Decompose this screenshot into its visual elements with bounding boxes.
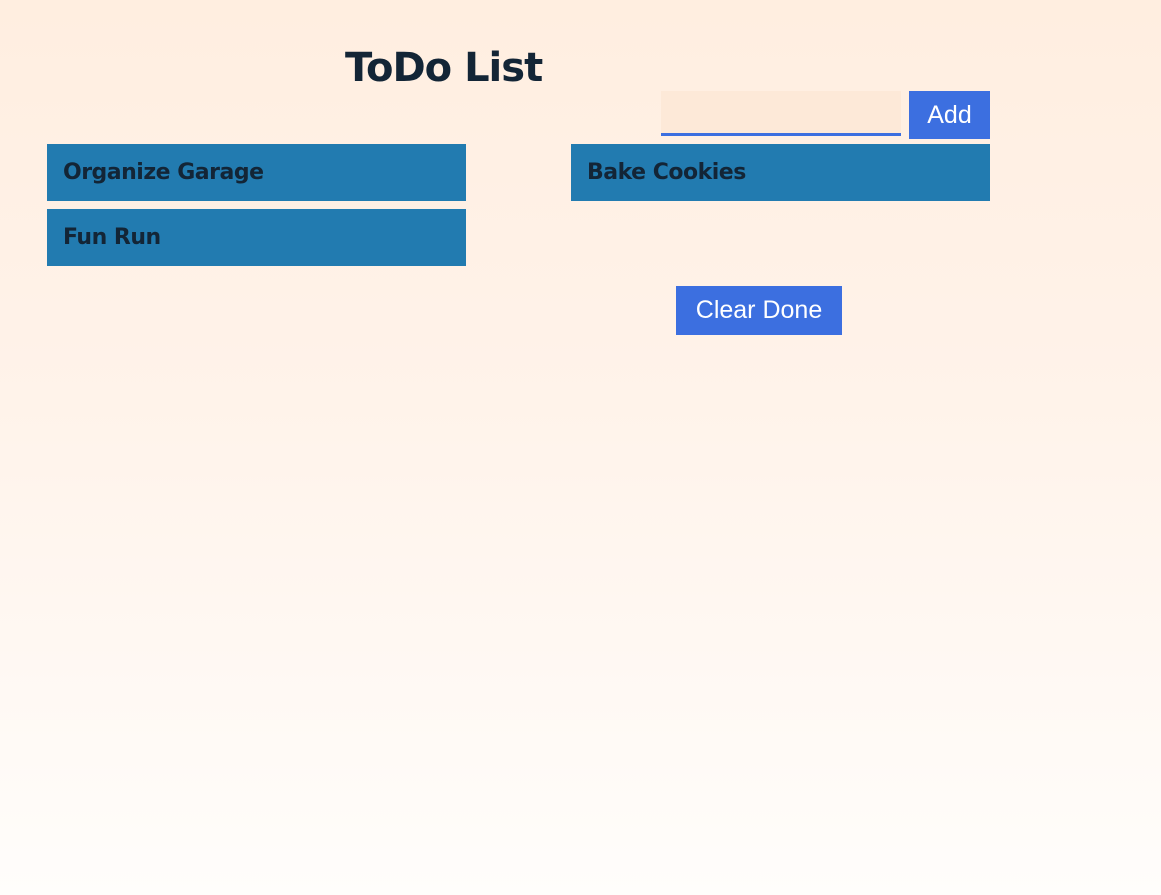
todo-item-fun-run[interactable]: Fun Run xyxy=(47,209,466,266)
pending-todo-list: Organize Garage Fun Run xyxy=(47,144,466,274)
page-title: ToDo List xyxy=(345,45,543,91)
done-todo-list: Bake Cookies xyxy=(571,144,990,209)
todo-item-bake-cookies[interactable]: Bake Cookies xyxy=(571,144,990,201)
clear-done-button[interactable]: Clear Done xyxy=(676,286,842,335)
todo-item-organize-garage[interactable]: Organize Garage xyxy=(47,144,466,201)
new-todo-input[interactable] xyxy=(661,91,901,136)
add-button[interactable]: Add xyxy=(909,91,990,139)
